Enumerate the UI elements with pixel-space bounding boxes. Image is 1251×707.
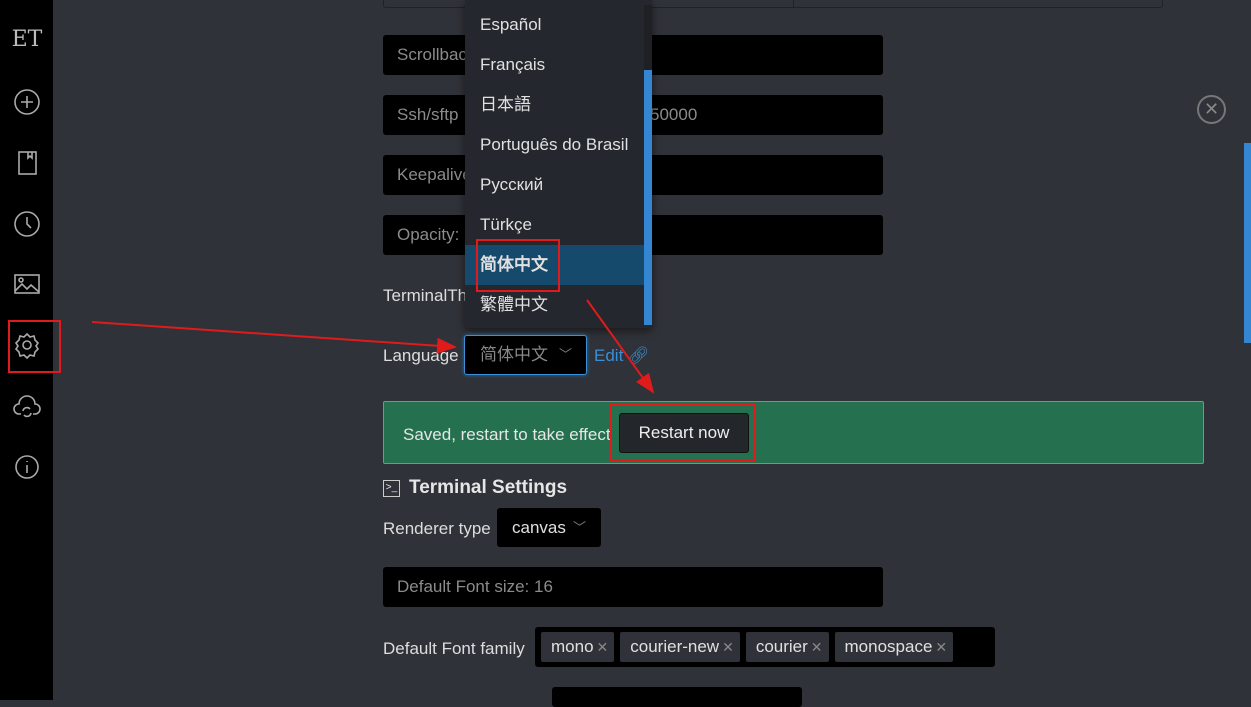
annotation-arrows <box>91 299 655 394</box>
